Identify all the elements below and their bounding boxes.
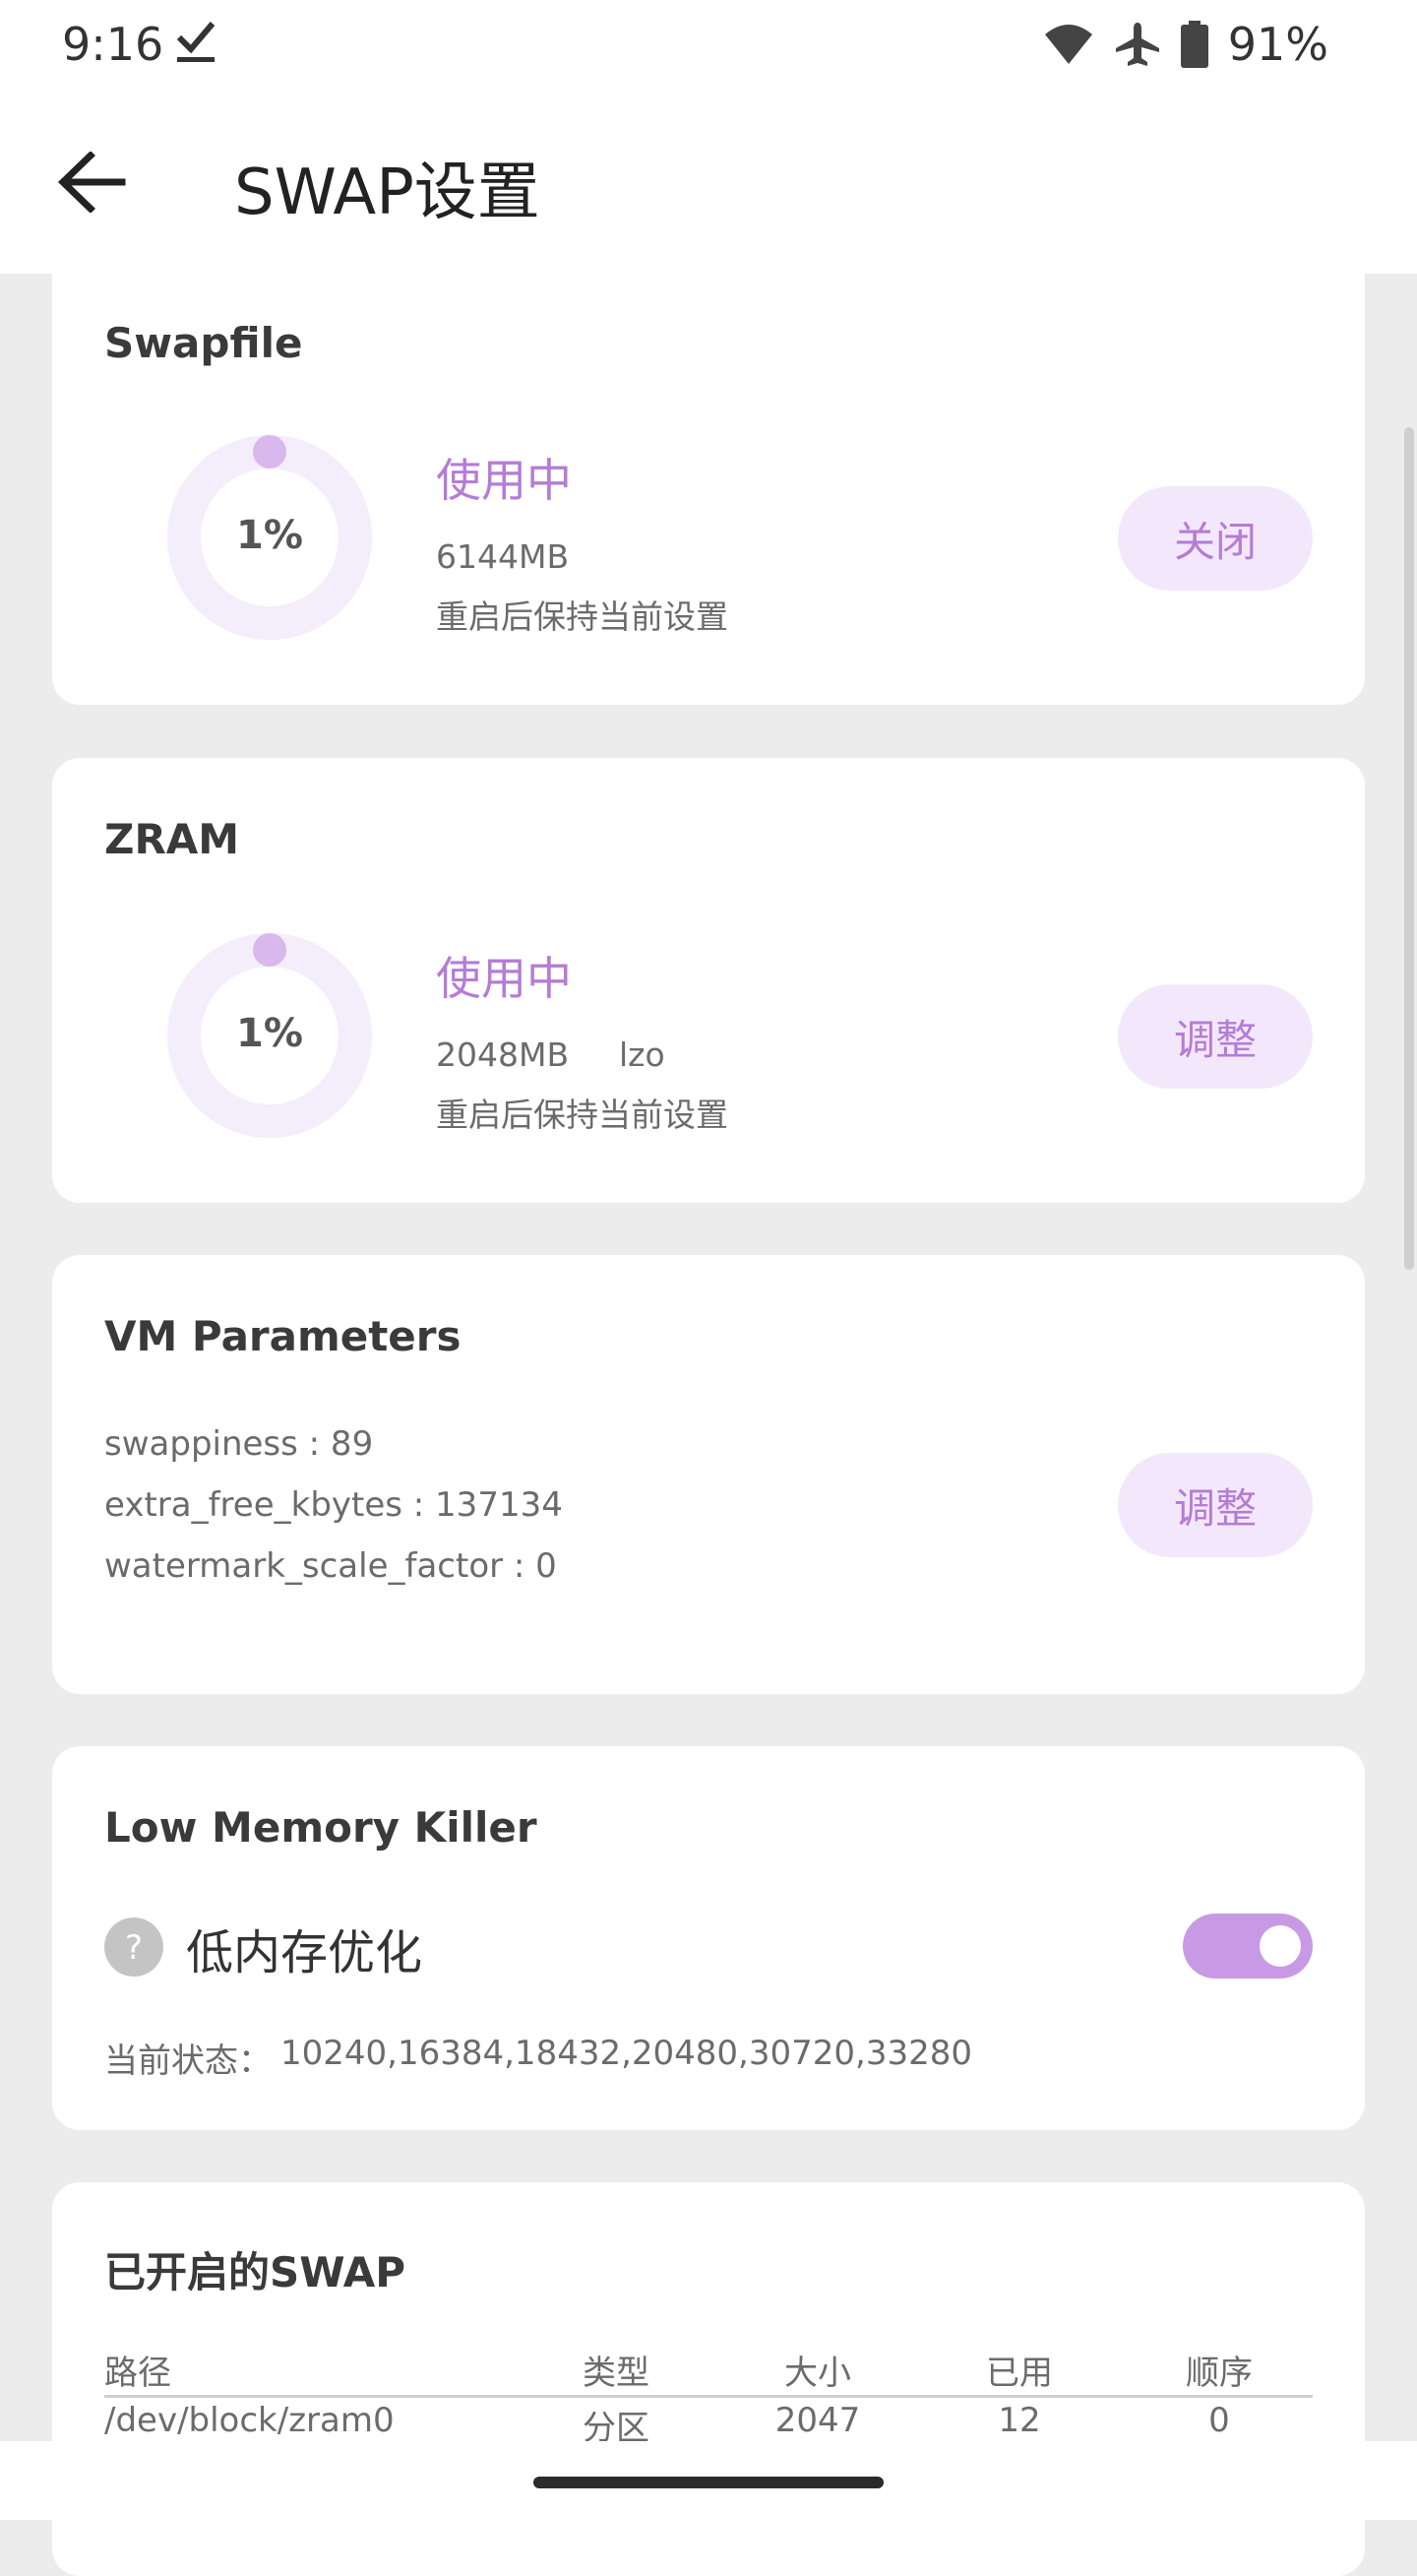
download-done-icon bbox=[176, 22, 216, 62]
card-title: VM Parameters bbox=[104, 1312, 462, 1360]
page-title: SWAP设置 bbox=[234, 157, 540, 229]
battery-icon bbox=[1180, 21, 1208, 68]
persist-note: 重启后保持当前设置 bbox=[436, 597, 728, 636]
cell-path: /dev/block/zram0 bbox=[104, 2401, 395, 2440]
cell-order: 0 bbox=[1208, 2401, 1230, 2440]
navigation-bar bbox=[0, 2441, 1417, 2520]
card-title: Low Memory Killer bbox=[104, 1803, 537, 1852]
lmk-state-label: 当前状态： bbox=[104, 2042, 272, 2081]
lmk-state-value: 10240,16384,18432,20480,30720,33280 bbox=[280, 2034, 972, 2073]
battery-percent: 91% bbox=[1227, 18, 1328, 71]
status-label: 使用中 bbox=[436, 952, 572, 1005]
airplane-icon bbox=[1115, 23, 1159, 66]
cell-size: 2047 bbox=[774, 2401, 861, 2440]
header-type: 类型 bbox=[583, 2354, 649, 2393]
status-label: 使用中 bbox=[436, 454, 572, 507]
card-title: 已开启的SWAP bbox=[104, 2248, 405, 2296]
vm-param-line: swappiness : 89 bbox=[104, 1424, 374, 1464]
header-used: 已用 bbox=[986, 2354, 1053, 2393]
arrow-back-icon[interactable] bbox=[57, 152, 126, 213]
low-memory-killer-card: Low Memory Killer ? 低内存优化 当前状态： 10240,16… bbox=[52, 1746, 1365, 2130]
vm-param-line: watermark_scale_factor : 0 bbox=[104, 1546, 557, 1586]
status-time: 9:16 bbox=[62, 18, 164, 71]
compression-algorithm: lzo bbox=[619, 1036, 665, 1074]
header-order: 顺序 bbox=[1186, 2354, 1253, 2393]
size-value: 6144MB bbox=[436, 537, 570, 576]
zram-card: ZRAM 1% 使用中 2048MB lzo 重启后保持当前设置 调整 bbox=[52, 758, 1365, 1203]
cell-used: 12 bbox=[998, 2401, 1041, 2440]
persist-note: 重启后保持当前设置 bbox=[436, 1096, 728, 1134]
home-gesture-handle[interactable] bbox=[533, 2477, 884, 2488]
header-size: 大小 bbox=[784, 2354, 851, 2393]
swapfile-card: Swapfile 1% 使用中 6144MB 重启后保持当前设置 关闭 bbox=[52, 236, 1365, 705]
size-value: 2048MB bbox=[436, 1036, 570, 1074]
status-bar: 9:16 91% bbox=[0, 0, 1417, 91]
card-title: Swapfile bbox=[104, 319, 303, 367]
help-icon[interactable]: ? bbox=[104, 1917, 163, 1977]
lmk-toggle[interactable] bbox=[1183, 1914, 1313, 1979]
scrollbar[interactable] bbox=[1404, 427, 1414, 1270]
close-button[interactable]: 关闭 bbox=[1118, 486, 1313, 591]
toggle-knob bbox=[1260, 1925, 1301, 1967]
status-icons: 91% bbox=[1043, 18, 1328, 71]
vm-parameters-card: VM Parameters swappiness : 89 extra_free… bbox=[52, 1255, 1365, 1694]
usage-percent: 1% bbox=[236, 1011, 303, 1056]
adjust-vm-button[interactable]: 调整 bbox=[1118, 1453, 1313, 1557]
adjust-zram-button[interactable]: 调整 bbox=[1118, 984, 1313, 1089]
header-path: 路径 bbox=[104, 2354, 171, 2393]
svg-text:?: ? bbox=[125, 1928, 143, 1968]
lmk-option-label: 低内存优化 bbox=[186, 1925, 423, 1980]
vm-param-line: extra_free_kbytes : 137134 bbox=[104, 1485, 563, 1525]
swap-table-header: 路径 类型 大小 已用 顺序 bbox=[104, 2346, 1313, 2398]
card-title: ZRAM bbox=[104, 815, 240, 863]
wifi-icon bbox=[1044, 25, 1092, 64]
usage-percent: 1% bbox=[236, 513, 303, 558]
